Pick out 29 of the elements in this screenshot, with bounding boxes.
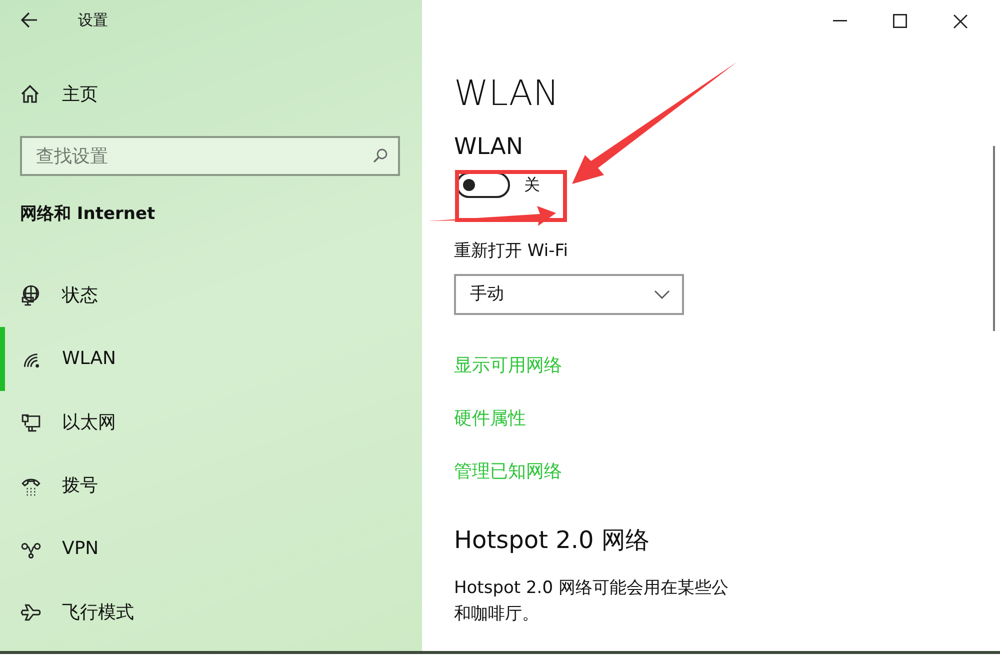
section-heading: Hotspot 2.0 网络: [454, 526, 650, 554]
back-icon[interactable]: [20, 12, 38, 28]
section-heading: 网络和 Internet: [20, 203, 156, 226]
page-title: WLAN: [454, 74, 560, 114]
toggle-state: 关: [524, 174, 540, 196]
chevron-down-icon: [654, 290, 670, 299]
globe-monitor-icon: [20, 285, 42, 306]
description-text: 和咖啡厅。: [454, 604, 539, 624]
reopen-dropdown[interactable]: 手动: [454, 274, 684, 315]
close-icon: [952, 14, 968, 28]
nav-item[interactable]: 拨号: [0, 454, 422, 518]
window-title: 设置: [78, 10, 108, 31]
maximize-icon: [893, 14, 907, 28]
reopen-label: 重新打开 Wi-Fi: [454, 241, 568, 261]
airplane-icon: [20, 602, 42, 623]
nav-item[interactable]: VPN: [0, 517, 422, 580]
wlan-toggle[interactable]: [456, 172, 510, 198]
nav-item[interactable]: 飞行模式: [0, 580, 422, 644]
nav-item[interactable]: 状态: [0, 264, 422, 328]
monitor-icon: [20, 412, 42, 433]
description-text: Hotspot 2.0 网络可能会用在某些公: [454, 578, 728, 598]
search-field[interactable]: 查找设置: [20, 136, 400, 176]
search-icon: [372, 148, 388, 164]
home-icon: [20, 84, 40, 104]
scrollbar[interactable]: [993, 146, 995, 331]
minimize-icon: [833, 20, 847, 22]
home-nav-item[interactable]: 主页: [20, 74, 422, 114]
toggle-label: WLAN: [454, 134, 524, 160]
nav-item[interactable]: 以太网: [0, 390, 422, 454]
